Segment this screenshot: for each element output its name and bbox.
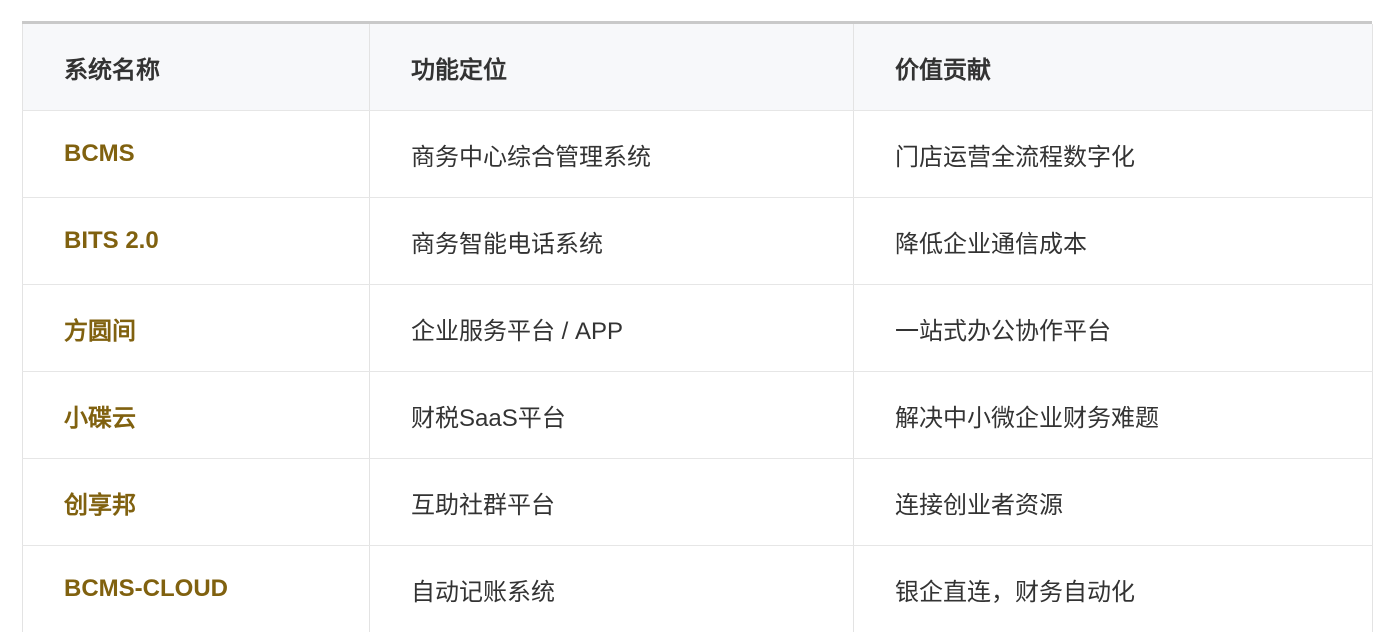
system-name-cell: BCMS-CLOUD <box>22 545 370 632</box>
value-cell: 连接创业者资源 <box>853 458 1373 546</box>
table-row: 方圆间 企业服务平台 / APP 一站式办公协作平台 <box>22 284 1373 372</box>
value-cell: 解决中小微企业财务难题 <box>853 371 1373 459</box>
function-cell: 商务智能电话系统 <box>369 197 854 285</box>
function-cell: 商务中心综合管理系统 <box>369 110 854 198</box>
header-value: 价值贡献 <box>853 24 1373 111</box>
header-row: 系统名称 功能定位 价值贡献 <box>22 24 1373 111</box>
table-body: BCMS 商务中心综合管理系统 门店运营全流程数字化 BITS 2.0 商务智能… <box>22 110 1373 632</box>
system-name-cell: 小碟云 <box>22 371 370 459</box>
table-header: 系统名称 功能定位 价值贡献 <box>22 24 1373 111</box>
header-function: 功能定位 <box>369 24 854 111</box>
table-row: BITS 2.0 商务智能电话系统 降低企业通信成本 <box>22 197 1373 285</box>
value-cell: 一站式办公协作平台 <box>853 284 1373 372</box>
systems-table: 系统名称 功能定位 价值贡献 BCMS 商务中心综合管理系统 门店运营全流程数字… <box>22 21 1373 632</box>
function-cell: 企业服务平台 / APP <box>369 284 854 372</box>
function-cell: 财税SaaS平台 <box>369 371 854 459</box>
value-cell: 银企直连，财务自动化 <box>853 545 1373 632</box>
value-cell: 降低企业通信成本 <box>853 197 1373 285</box>
value-cell: 门店运营全流程数字化 <box>853 110 1373 198</box>
function-cell: 自动记账系统 <box>369 545 854 632</box>
table-row: BCMS 商务中心综合管理系统 门店运营全流程数字化 <box>22 110 1373 198</box>
table-row: 创享邦 互助社群平台 连接创业者资源 <box>22 458 1373 546</box>
header-system-name: 系统名称 <box>22 24 370 111</box>
systems-table-grid: 系统名称 功能定位 价值贡献 BCMS 商务中心综合管理系统 门店运营全流程数字… <box>22 24 1373 632</box>
system-name-cell: 创享邦 <box>22 458 370 546</box>
system-name-cell: BCMS <box>22 110 370 198</box>
function-cell: 互助社群平台 <box>369 458 854 546</box>
table-row: BCMS-CLOUD 自动记账系统 银企直连，财务自动化 <box>22 545 1373 632</box>
system-name-cell: BITS 2.0 <box>22 197 370 285</box>
system-name-cell: 方圆间 <box>22 284 370 372</box>
table-row: 小碟云 财税SaaS平台 解决中小微企业财务难题 <box>22 371 1373 459</box>
